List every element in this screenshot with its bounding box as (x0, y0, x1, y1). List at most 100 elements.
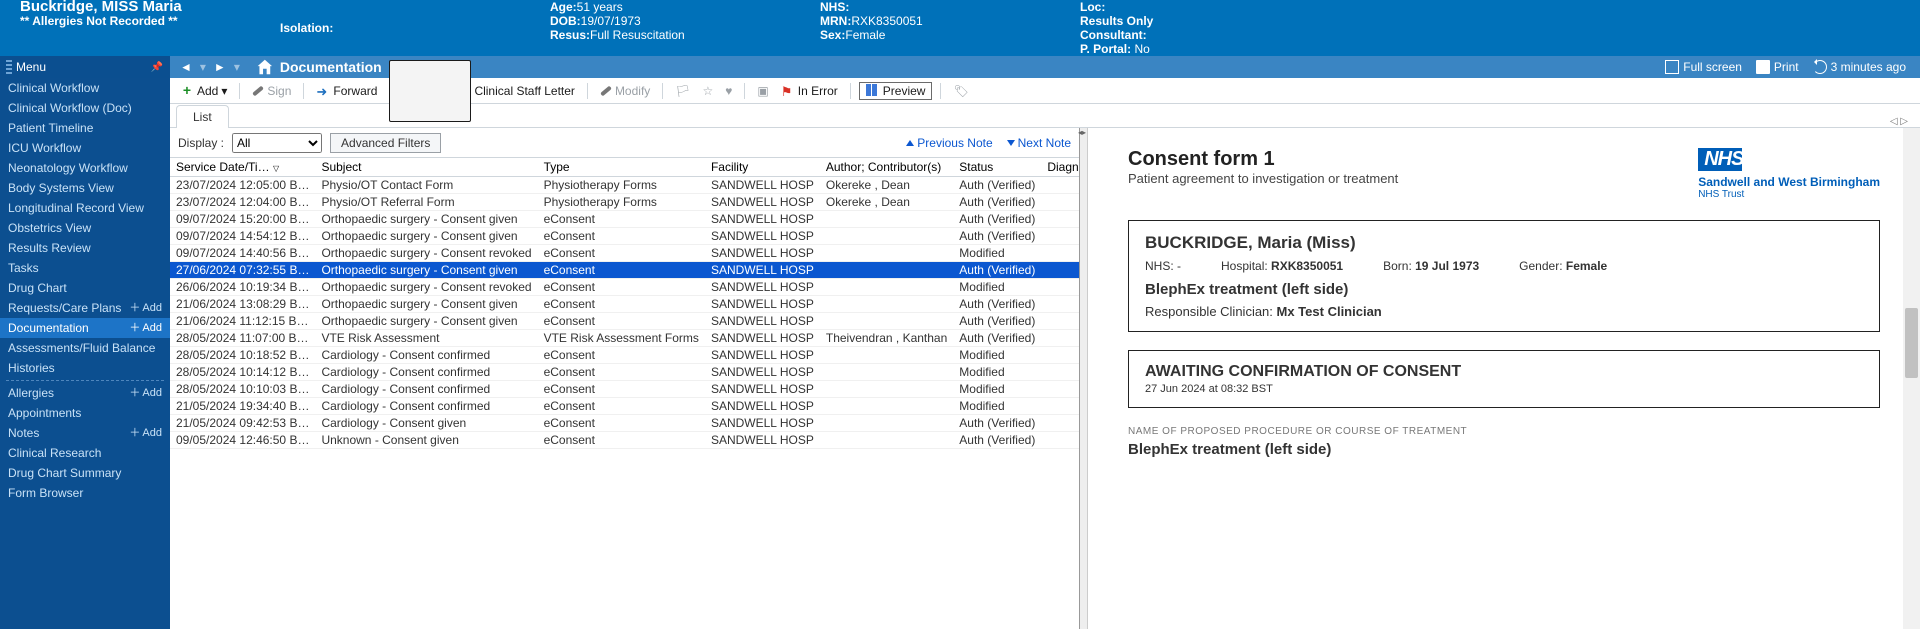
table-row[interactable]: 28/05/2024 10:18:52 B…Cardiology - Conse… (170, 347, 1079, 364)
table-row[interactable]: 21/06/2024 13:08:29 B…Orthopaedic surger… (170, 296, 1079, 313)
add-icon[interactable]: ＋ Add (129, 318, 162, 338)
sidebar-item-body-systems-view[interactable]: Body Systems View (0, 178, 170, 198)
document-grid[interactable]: Service Date/Ti… ▽ Subject Type Facility… (170, 158, 1079, 629)
tab-list[interactable]: List (176, 105, 229, 128)
modify-button[interactable]: Modify (596, 82, 654, 100)
sidebar-item-drug-chart[interactable]: Drug Chart (0, 278, 170, 298)
table-row[interactable]: 21/06/2024 11:12:15 B…Orthopaedic surger… (170, 313, 1079, 330)
preview-clinician-value: Mx Test Clinician (1277, 304, 1382, 319)
forward-label: Forward (333, 84, 377, 98)
col-status[interactable]: Status (953, 158, 1041, 177)
pane-splitter[interactable] (1080, 128, 1088, 629)
sign-button[interactable]: Sign (248, 82, 295, 100)
sidebar-item-clinical-research[interactable]: Clinical Research (0, 443, 170, 463)
col-type[interactable]: Type (538, 158, 705, 177)
forward-button[interactable]: Forward (312, 82, 381, 100)
fullscreen-label: Full screen (1683, 60, 1742, 74)
preview-clinician-label: Responsible Clinician: (1145, 304, 1277, 319)
table-row[interactable]: 28/05/2024 10:10:03 B…Cardiology - Conse… (170, 381, 1079, 398)
table-row[interactable]: 27/06/2024 07:32:55 B…Orthopaedic surger… (170, 262, 1079, 279)
sidebar-item-label: ICU Workflow (8, 138, 81, 158)
table-row[interactable]: 28/05/2024 11:07:00 B…VTE Risk Assessmen… (170, 330, 1079, 347)
add-icon[interactable]: ＋ Add (129, 383, 162, 403)
sidebar-item-label: Drug Chart Summary (8, 463, 121, 483)
modify-icon (600, 85, 612, 96)
sex-value: Female (845, 28, 885, 42)
table-row[interactable]: 26/06/2024 10:19:34 B…Orthopaedic surger… (170, 279, 1079, 296)
sidebar-item-form-browser[interactable]: Form Browser (0, 483, 170, 503)
add-icon[interactable]: ＋ Add (129, 423, 162, 443)
preview-scrollbar[interactable] (1903, 128, 1920, 629)
fullscreen-button[interactable]: Full screen (1665, 60, 1742, 74)
sidebar-item-clinical-workflow-doc-[interactable]: Clinical Workflow (Doc) (0, 98, 170, 118)
advanced-filters-button[interactable]: Advanced Filters (330, 133, 441, 153)
sidebar-item-documentation[interactable]: Documentation ＋ Add (0, 318, 170, 338)
sidebar-item-obstetrics-view[interactable]: Obstetrics View (0, 218, 170, 238)
print-button[interactable]: Print (1756, 60, 1799, 74)
previous-note-button[interactable]: Previous Note (906, 136, 992, 150)
col-date[interactable]: Service Date/Ti… ▽ (170, 158, 315, 177)
tab-scroll-left[interactable]: ◁ (1890, 116, 1898, 127)
table-row[interactable]: 23/07/2024 12:04:00 B…Physio/OT Referral… (170, 194, 1079, 211)
grid-header-row[interactable]: Service Date/Ti… ▽ Subject Type Facility… (170, 158, 1079, 177)
col-author[interactable]: Author; Contributor(s) (820, 158, 953, 177)
sidebar-item-patient-timeline[interactable]: Patient Timeline (0, 118, 170, 138)
table-row[interactable]: 09/07/2024 14:54:12 B…Orthopaedic surger… (170, 228, 1079, 245)
sidebar-item-clinical-workflow[interactable]: Clinical Workflow (0, 78, 170, 98)
add-icon[interactable]: ＋ Add (129, 298, 162, 318)
sidebar-item-icu-workflow[interactable]: ICU Workflow (0, 138, 170, 158)
pin-icon[interactable]: 📌 (151, 62, 163, 73)
nav-forward-button[interactable]: ► (214, 60, 226, 74)
nav-back-button[interactable]: ◄ (180, 60, 192, 74)
nav-back-dropdown[interactable]: ▾ (200, 60, 206, 74)
table-row[interactable]: 28/05/2024 10:14:12 B…Cardiology - Conse… (170, 364, 1079, 381)
col-diagnosis[interactable]: Diagnos (1041, 158, 1079, 177)
preview-toggle[interactable]: Preview (859, 82, 933, 100)
form-title: Consent form 1 (1128, 148, 1398, 171)
flag-button-1[interactable]: 🏳 (671, 82, 694, 100)
sidebar-item-label: Form Browser (8, 483, 83, 503)
menu-button[interactable]: Menu 📌 (0, 56, 170, 78)
table-row[interactable]: 23/07/2024 12:05:00 B…Physio/OT Contact … (170, 177, 1079, 194)
flag-button-2[interactable]: ☆ (699, 82, 718, 100)
sidebar-item-histories[interactable]: Histories (0, 358, 170, 378)
home-icon[interactable] (256, 58, 274, 76)
add-button[interactable]: +Add ▾ (176, 82, 231, 100)
sidebar-item-allergies[interactable]: Allergies ＋ Add (0, 383, 170, 403)
sidebar-item-tasks[interactable]: Tasks (0, 258, 170, 278)
sidebar-item-requests-care-plans[interactable]: Requests/Care Plans＋ Add (0, 298, 170, 318)
table-row[interactable]: 09/07/2024 14:40:56 B…Orthopaedic surger… (170, 245, 1079, 262)
display-select[interactable]: All (232, 133, 322, 153)
dob-label: DOB: (550, 14, 581, 28)
sidebar-item-drug-chart-summary[interactable]: Drug Chart Summary (0, 463, 170, 483)
tag-button[interactable] (949, 82, 971, 100)
section-value: BlephEx treatment (left side) (1128, 441, 1880, 458)
table-row[interactable]: 21/05/2024 19:34:40 B…Cardiology - Conse… (170, 398, 1079, 415)
sidebar-item-label: Clinical Workflow (Doc) (8, 98, 132, 118)
preview-patient-name: BUCKRIDGE, Maria (Miss) (1145, 233, 1863, 253)
sidebar-item-appointments[interactable]: Appointments (0, 403, 170, 423)
table-row[interactable]: 09/07/2024 15:20:00 B…Orthopaedic surger… (170, 211, 1079, 228)
table-row[interactable]: 21/05/2024 09:42:53 B…Cardiology - Conse… (170, 415, 1079, 432)
folder-button[interactable]: ▣ (753, 82, 772, 100)
in-error-button[interactable]: ⚑In Error (777, 82, 842, 100)
nav-forward-dropdown[interactable]: ▾ (234, 60, 240, 74)
scrollbar-thumb[interactable] (1905, 308, 1918, 378)
table-row[interactable]: 09/05/2024 12:46:50 B…Unknown - Consent … (170, 432, 1079, 449)
refresh-button[interactable]: 3 minutes ago (1813, 60, 1906, 74)
next-note-button[interactable]: Next Note (1007, 136, 1071, 150)
sidebar-item-results-review[interactable]: Results Review (0, 238, 170, 258)
tab-scroll-right[interactable]: ▷ (1900, 116, 1908, 127)
sidebar-item-notes[interactable]: Notes＋ Add (0, 423, 170, 443)
sidebar-item-label: Documentation (8, 318, 89, 338)
sidebar-item-assessments-fluid-balance[interactable]: Assessments/Fluid Balance (0, 338, 170, 358)
sidebar-item-longitudinal-record-view[interactable]: Longitudinal Record View (0, 198, 170, 218)
sidebar-item-label: Allergies (8, 383, 54, 403)
col-subject[interactable]: Subject (315, 158, 537, 177)
breadcrumb: Documentation (280, 59, 382, 75)
flag-button-3[interactable]: ♥ (721, 82, 736, 100)
preview-gender-value: Female (1563, 259, 1608, 273)
in-error-label: In Error (798, 84, 838, 98)
col-facility[interactable]: Facility (705, 158, 820, 177)
sidebar-item-neonatology-workflow[interactable]: Neonatology Workflow (0, 158, 170, 178)
